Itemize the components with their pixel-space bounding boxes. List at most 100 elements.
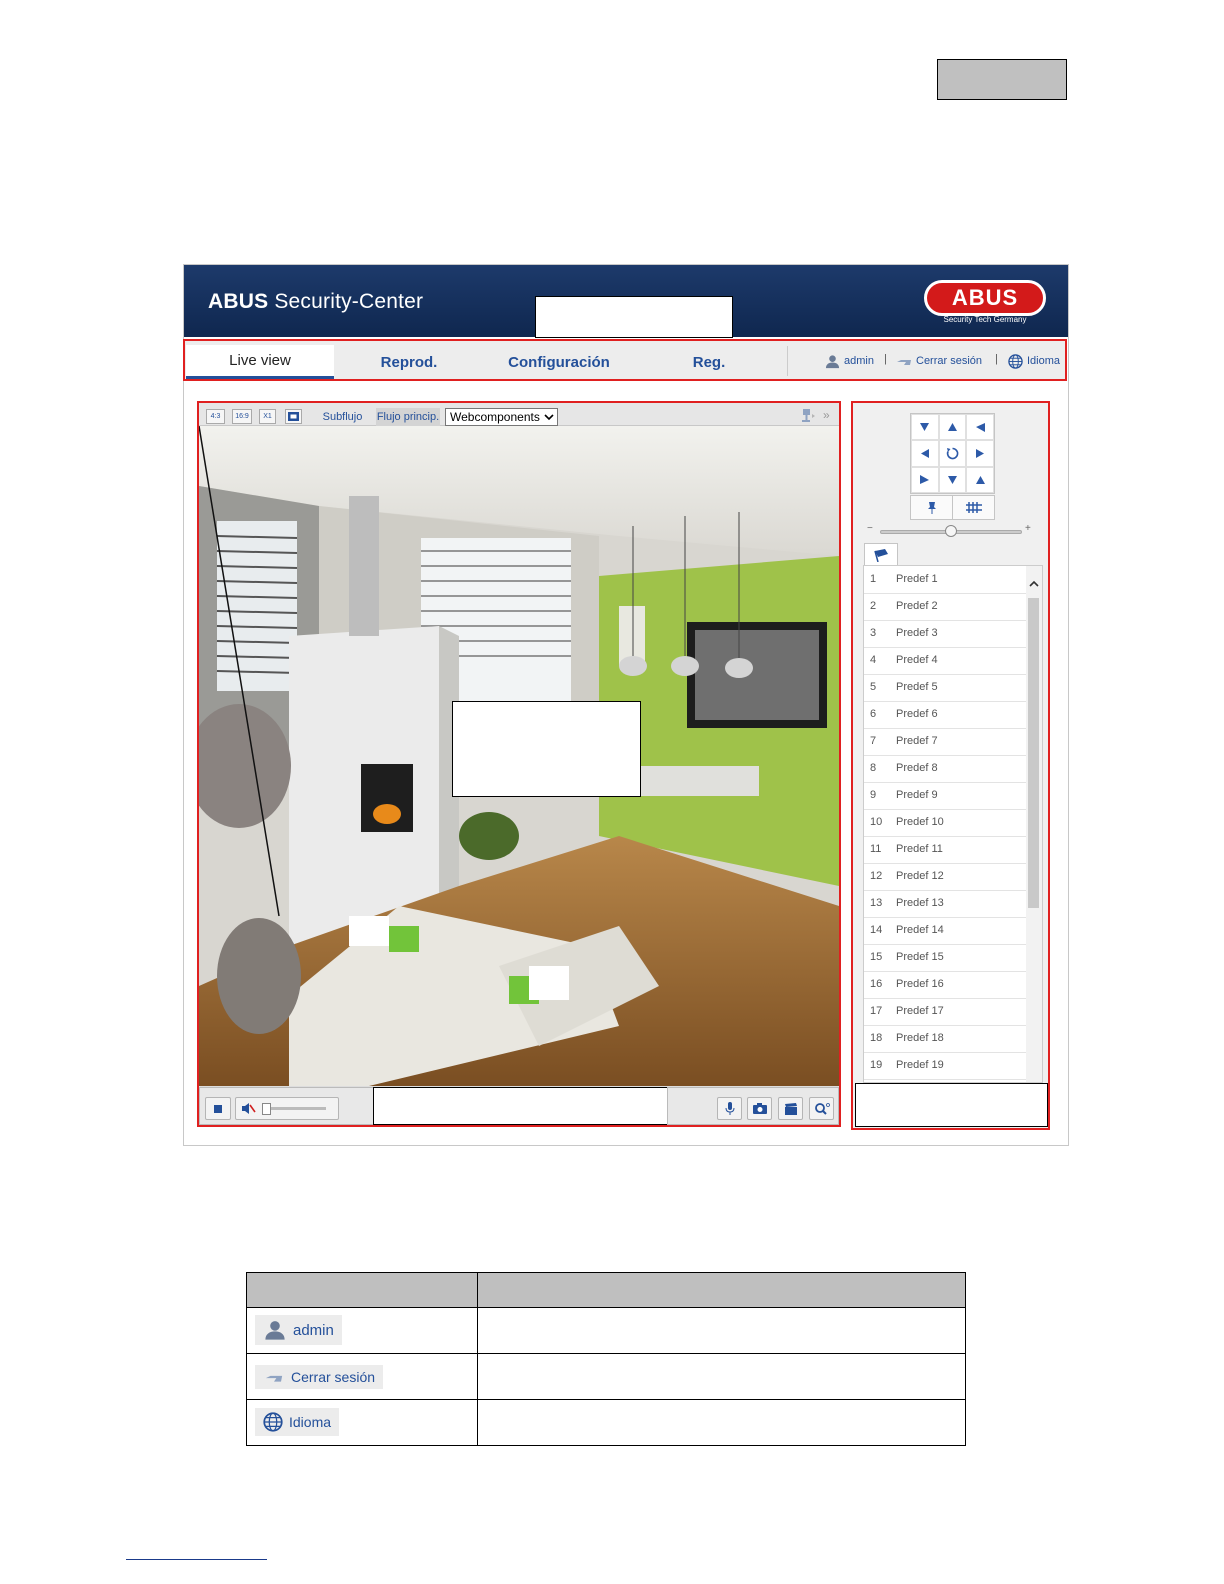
tab-playback[interactable]: Reprod. (334, 345, 484, 379)
digital-zoom-button[interactable] (809, 1097, 834, 1120)
preset-number: 13 (870, 897, 883, 909)
ratio-4-3-button[interactable]: 4:3 (206, 409, 225, 424)
arrow-down-left-icon (920, 475, 930, 485)
table-cell: admin (246, 1307, 478, 1354)
preset-row[interactable]: 19 Predef 19 (864, 1052, 1027, 1080)
ptz-light-button[interactable] (910, 495, 953, 520)
tab-log[interactable]: Reg. (634, 345, 784, 379)
user-label: admin (844, 355, 874, 367)
preset-row[interactable]: 18 Predef 18 (864, 1025, 1027, 1053)
footer-link-underline[interactable] (126, 1559, 267, 1560)
volume-slider[interactable] (262, 1103, 326, 1115)
ptz-up-button[interactable] (938, 414, 967, 441)
logout-link[interactable]: Cerrar sesión (896, 352, 982, 370)
preset-row[interactable]: 2 Predef 2 (864, 593, 1027, 621)
arrow-down-right-icon (975, 476, 985, 485)
preset-name: Predef 7 (896, 735, 938, 747)
preset-row[interactable]: 4 Predef 4 (864, 647, 1027, 675)
preset-row[interactable]: 12 Predef 12 (864, 863, 1027, 891)
table-cell (477, 1307, 966, 1354)
volume-control[interactable] (235, 1097, 339, 1120)
page-header-box (937, 59, 1067, 100)
preset-row[interactable]: 9 Predef 9 (864, 782, 1027, 810)
preset-name: Predef 1 (896, 573, 938, 585)
ptz-down-button[interactable] (938, 466, 967, 493)
substream-button[interactable]: Subflujo (311, 408, 374, 426)
preset-name: Predef 15 (896, 951, 944, 963)
expand-panel-button[interactable]: » (823, 408, 830, 422)
table-row: Idioma (246, 1399, 966, 1446)
preset-row[interactable]: 10 Predef 10 (864, 809, 1027, 837)
preset-number: 9 (870, 789, 877, 801)
ratio-16-9-button[interactable]: 16:9 (232, 409, 252, 424)
preset-row[interactable]: 11 Predef 11 (864, 836, 1027, 864)
user-link[interactable]: admin (825, 352, 874, 370)
ptz-speed-minus[interactable]: − (867, 523, 873, 534)
preset-row[interactable]: 14 Predef 14 (864, 917, 1027, 945)
preset-row[interactable]: 6 Predef 6 (864, 701, 1027, 729)
preset-row[interactable]: 16 Predef 16 (864, 971, 1027, 999)
table-header-cell (477, 1272, 966, 1308)
ptz-speed-plus[interactable]: + (1025, 523, 1031, 534)
preset-number: 10 (870, 816, 883, 828)
fit-window-icon (288, 412, 299, 421)
preset-name: Predef 9 (896, 789, 938, 801)
plugin-select[interactable]: Webcomponents (445, 408, 558, 426)
preset-name: Predef 12 (896, 870, 944, 882)
camera-icon (752, 1103, 767, 1114)
snapshot-button[interactable] (747, 1097, 772, 1120)
table-header-cell (246, 1272, 478, 1308)
tab-live-view[interactable]: Live view (186, 345, 334, 379)
preset-number: 16 (870, 978, 883, 990)
fit-window-button[interactable] (285, 409, 302, 424)
preset-name: Predef 5 (896, 681, 938, 693)
ptz-toggle-button[interactable] (799, 408, 819, 424)
ptz-up-right-button[interactable] (966, 414, 994, 441)
video-bar-callout-box (373, 1087, 668, 1125)
preset-row[interactable]: 15 Predef 15 (864, 944, 1027, 972)
logout-label: Cerrar sesión (916, 355, 983, 367)
ptz-up-left-button[interactable] (911, 414, 939, 441)
volume-slider-knob[interactable] (262, 1103, 271, 1115)
preset-row[interactable]: 1 Predef 1 (864, 566, 1027, 594)
preset-number: 19 (870, 1059, 883, 1071)
ptz-down-left-button[interactable] (911, 466, 939, 493)
preset-scrollbar-thumb[interactable] (1028, 598, 1039, 908)
ptz-down-right-button[interactable] (966, 466, 994, 493)
language-link[interactable]: Idioma (1008, 352, 1060, 370)
stop-live-button[interactable] (205, 1097, 231, 1120)
ptz-right-button[interactable] (966, 440, 994, 467)
language-chip-label: Idioma (289, 1414, 332, 1430)
pin-icon (927, 501, 936, 514)
preset-row[interactable]: 8 Predef 8 (864, 755, 1027, 783)
ptz-auto-pan-button[interactable] (938, 440, 967, 467)
table-header-row (246, 1272, 966, 1308)
abus-logo: ABUS (924, 280, 1046, 316)
table-row: admin (246, 1307, 966, 1354)
record-clip-button[interactable] (778, 1097, 803, 1120)
preset-name: Predef 13 (896, 897, 944, 909)
ptz-speed-slider-knob[interactable] (945, 525, 957, 537)
app-title: ABUS Security-Center (208, 290, 424, 313)
preset-row[interactable]: 5 Predef 5 (864, 674, 1027, 702)
ptz-left-button[interactable] (911, 440, 939, 467)
scroll-up-button[interactable] (1026, 576, 1042, 590)
preset-row[interactable]: 3 Predef 3 (864, 620, 1027, 648)
preset-number: 3 (870, 627, 877, 639)
preset-row[interactable]: 7 Predef 7 (864, 728, 1027, 756)
preset-row[interactable]: 17 Predef 17 (864, 998, 1027, 1026)
preset-number: 6 (870, 708, 877, 720)
tab-configuration[interactable]: Configuración (484, 345, 634, 379)
preset-row[interactable]: 13 Predef 13 (864, 890, 1027, 918)
ptz-wiper-button[interactable] (952, 495, 995, 520)
ratio-original-button[interactable]: X1 (259, 409, 276, 424)
language-label: Idioma (1027, 355, 1061, 367)
preset-tab[interactable] (864, 543, 898, 566)
microphone-button[interactable] (717, 1097, 742, 1120)
mainstream-button[interactable]: Flujo princip. (376, 408, 440, 426)
nav-divider (787, 346, 788, 376)
preset-name: Predef 4 (896, 654, 938, 666)
preset-number: 8 (870, 762, 877, 774)
preset-name: Predef 8 (896, 762, 938, 774)
preset-number: 7 (870, 735, 877, 747)
